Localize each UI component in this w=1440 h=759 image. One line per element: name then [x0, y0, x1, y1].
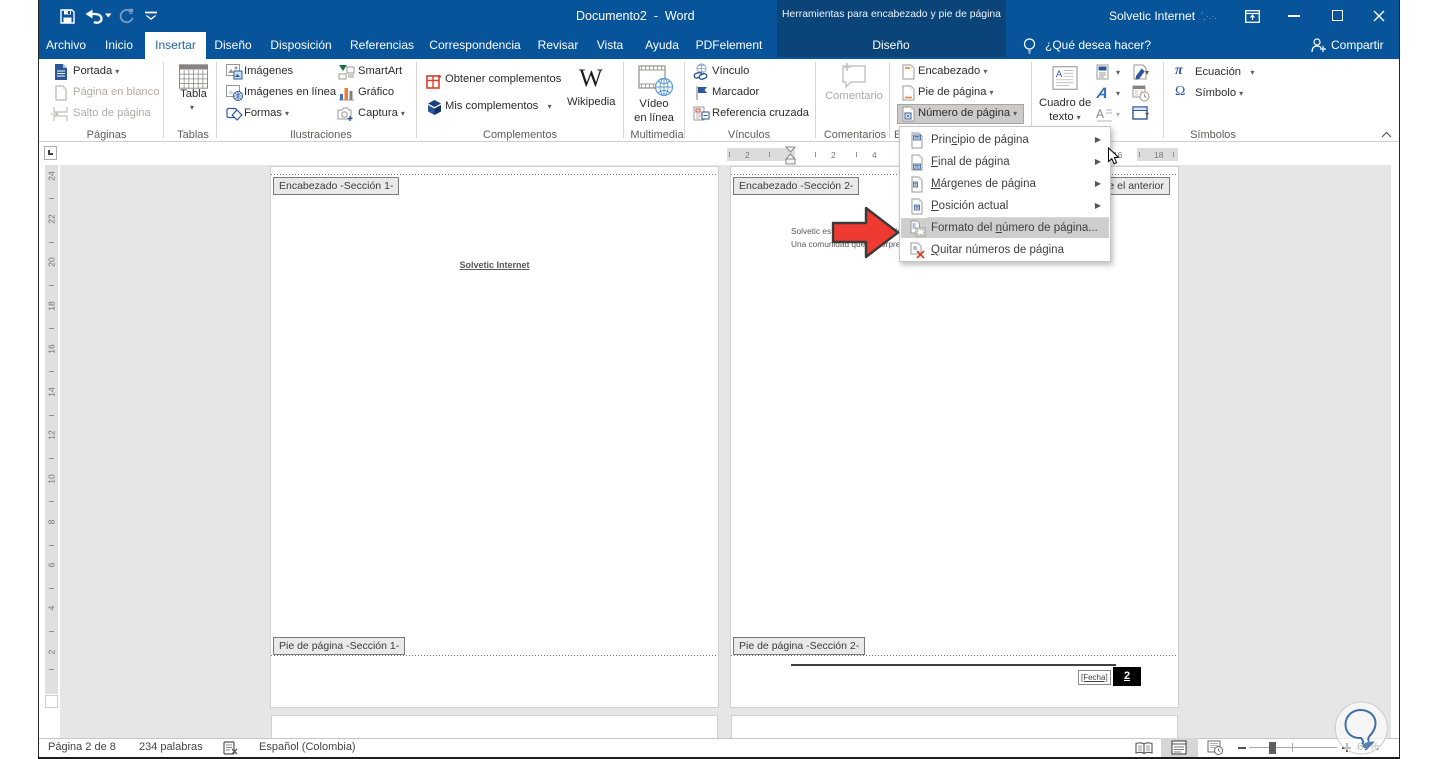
svg-text:A: A [1056, 69, 1063, 80]
svg-text:A: A [1096, 107, 1104, 121]
